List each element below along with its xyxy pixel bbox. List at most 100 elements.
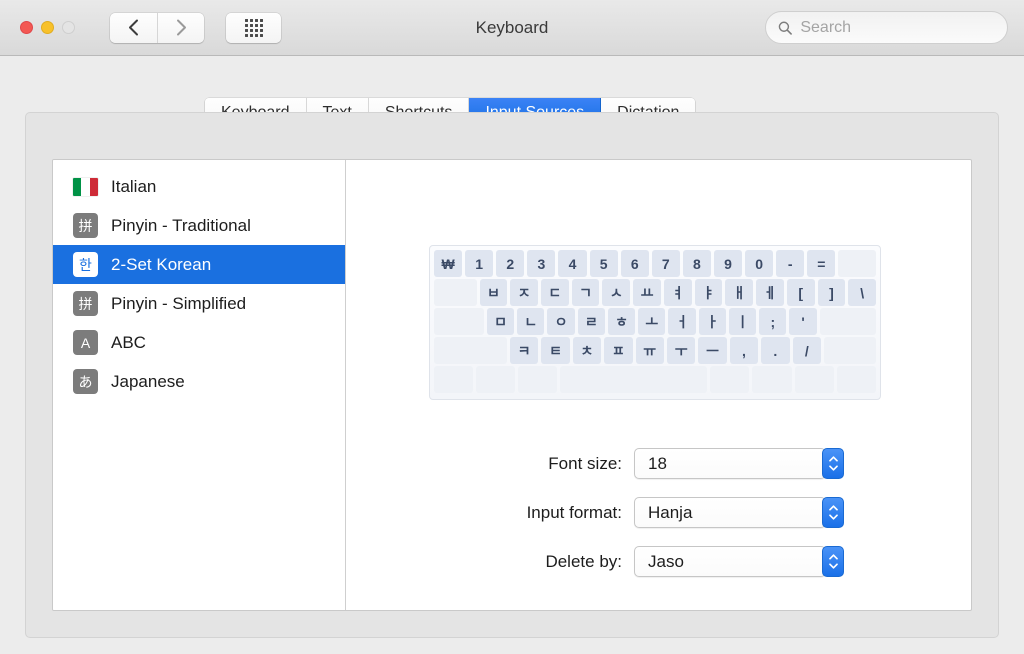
keyboard-key: ㅣ [728,308,757,335]
show-all-preferences-button[interactable] [226,12,281,43]
input-source-label: ABC [111,332,146,352]
keyboard-key: . [761,337,790,364]
delete-by-label: Delete by: [545,551,622,571]
font-size-stepper-buttons[interactable] [822,448,844,479]
keyboard-key-blank [823,337,877,364]
japanese-badge-icon: あ [73,369,98,394]
keyboard-key: ㅓ [668,308,696,335]
minimize-window-button[interactable] [41,21,54,34]
forward-button[interactable] [157,12,204,43]
keyboard-key: 9 [713,250,743,277]
delete-by-stepper-buttons[interactable] [822,546,844,577]
italian-flag-icon [73,177,98,196]
keyboard-layout-preview: ₩1 2 3 4 5 6 7 8 9 0- = ㅂㅈㄷㄱㅅㅛㅕㅑㅐㅔ[] \ ㅁㄴㅇㄹㅎㅗㅓㅏㅣ; ' ㅋㅌㅊ… [429,245,881,400]
input-format-stepper-buttons[interactable] [822,497,844,528]
stepper-up-icon[interactable] [828,505,838,511]
input-format-label: Input format: [526,502,622,522]
search-icon [778,21,792,35]
setting-row-delete-by: Delete by: Jaso [346,546,971,577]
close-window-button[interactable] [20,21,33,34]
keyboard-key: ㅛ [633,279,661,306]
input-source-row[interactable]: 拼 Pinyin - Simplified [53,284,345,323]
input-source-row[interactable]: 한 2-Set Korean [53,245,345,284]
input-source-label: Italian [111,176,157,196]
keyboard-key: 7 [651,250,680,277]
input-source-label: Pinyin - Traditional [111,215,251,235]
keyboard-key: ㅇ [547,308,575,335]
keyboard-key: = [807,250,836,277]
input-source-row[interactable]: Italian [53,167,345,206]
keyboard-row: ₩1 2 3 4 5 6 7 8 9 0- = [434,250,876,277]
window-titlebar: Keyboard [0,0,1024,56]
keyboard-key: ㅅ [602,279,631,306]
input-source-list[interactable]: Italian 拼 Pinyin - Traditional 한 2-Set Korea… [53,160,346,610]
delete-by-value: Jaso [648,551,684,571]
back-button[interactable] [110,12,157,43]
font-size-stepper-field[interactable]: 18 [634,448,844,479]
keyboard-key: ' [789,308,817,335]
search-field[interactable] [765,11,1008,44]
chevron-left-icon [129,19,138,36]
keyboard-key: ㅂ [479,279,508,306]
input-source-row[interactable]: A ABC [53,323,345,362]
keyboard-key: 1 [465,250,494,277]
keyboard-key: 0 [745,250,774,277]
keyboard-key-blank [836,366,876,393]
keyboard-key: ㅏ [698,308,726,335]
keyboard-key: - [776,250,805,277]
keyboard-key: 3 [527,250,556,277]
keyboard-key: ㅗ [638,308,666,335]
keyboard-key: ㅌ [541,337,570,364]
font-size-value: 18 [648,453,667,473]
keyboard-key: 8 [682,250,711,277]
keyboard-key: ㄴ [517,308,545,335]
keyboard-key: ㅊ [572,337,602,364]
input-sources-panel-inner: Italian 拼 Pinyin - Traditional 한 2-Set Korea… [52,159,972,611]
keyboard-key: ㅁ [486,308,515,335]
keyboard-key: ㅔ [756,279,784,306]
stepper-down-icon[interactable] [828,563,838,569]
keyboard-key: \ [848,279,877,306]
keyboard-key: ㄱ [571,279,600,306]
input-format-stepper-field[interactable]: Hanja [634,497,844,528]
font-size-label: Font size: [548,453,622,473]
stepper-down-icon[interactable] [828,514,838,520]
pinyin-badge-icon: 拼 [73,213,98,238]
keyboard-key: 4 [558,250,587,277]
input-source-label: Japanese [111,371,185,391]
search-input[interactable] [800,18,995,37]
keyboard-key: ] [817,279,846,306]
setting-row-font-size: Font size: 18 [346,448,971,479]
keyboard-key-blank [819,308,877,335]
keyboard-key-blank [518,366,558,393]
keyboard-key-blank [560,366,708,393]
abc-badge-icon: A [73,330,98,355]
korean-badge-icon: 한 [73,252,98,277]
input-source-detail: ₩1 2 3 4 5 6 7 8 9 0- = ㅂㅈㄷㄱㅅㅛㅕㅑㅐㅔ[] \ ㅁㄴㅇㄹㅎㅗㅓㅏㅣ; ' ㅋㅌㅊ… [346,160,971,610]
input-source-row[interactable]: 拼 Pinyin - Traditional [53,206,345,245]
keyboard-key: ㅡ [698,337,727,364]
input-source-row[interactable]: あ Japanese [53,362,345,401]
keyboard-key: ㅕ [663,279,692,306]
keyboard-key: ㅎ [607,308,636,335]
keyboard-row: ㅋㅌㅊㅍㅠㅜㅡ,. / [434,337,877,364]
keyboard-key-blank [838,250,876,277]
input-sources-panel: Italian 拼 Pinyin - Traditional 한 2-Set Korea… [25,112,999,638]
keyboard-key-blank [752,366,792,393]
keyboard-key: ㅍ [604,337,633,364]
input-format-value: Hanja [648,502,693,522]
keyboard-key-blank [794,366,834,393]
keyboard-key: ㅜ [666,337,696,364]
stepper-up-icon[interactable] [828,554,838,560]
pinyin-badge-icon: 拼 [73,291,98,316]
delete-by-stepper-field[interactable]: Jaso [634,546,844,577]
keyboard-preferences-window: Keyboard KeyboardTextShortcutsInput Sour… [0,0,1024,654]
traffic-light-group [20,21,75,34]
stepper-up-icon[interactable] [828,456,838,462]
zoom-window-button[interactable] [62,21,75,34]
keyboard-key: ㄷ [540,279,569,306]
keyboard-key: 5 [589,250,618,277]
keyboard-row: ㅂㅈㄷㄱㅅㅛㅕㅑㅐㅔ[] \ [434,279,877,306]
keyboard-key: / [792,337,821,364]
stepper-down-icon[interactable] [828,465,838,471]
